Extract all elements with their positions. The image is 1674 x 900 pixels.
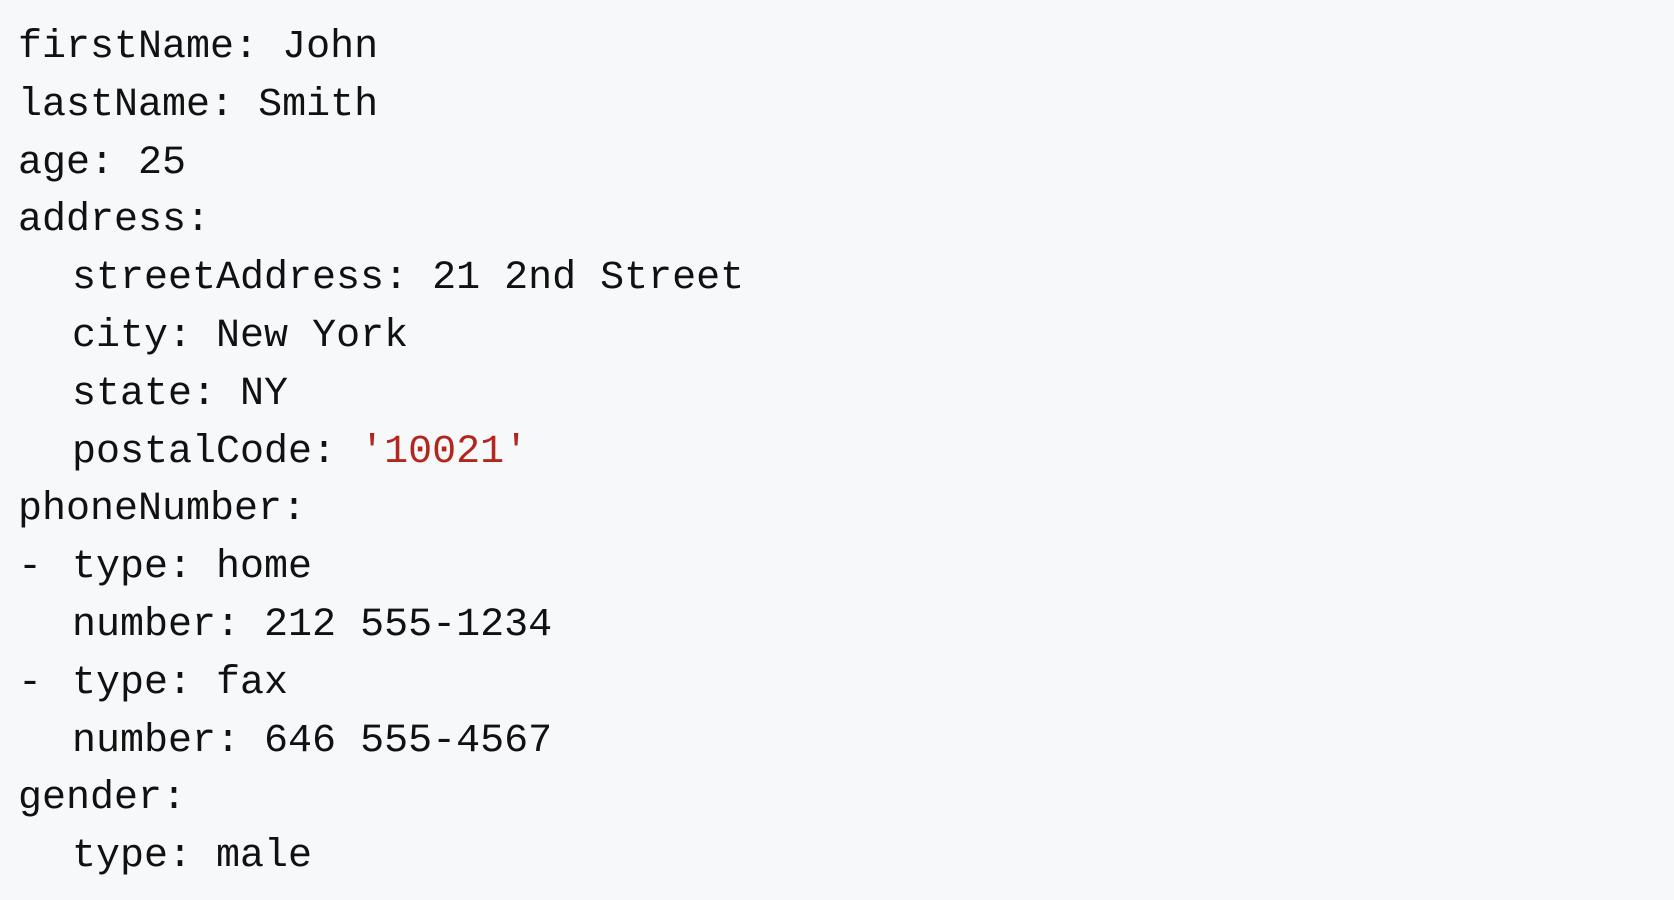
yaml-key: lastName: [18,82,235,128]
yaml-key: type: [72,660,193,706]
yaml-list-dash: - [18,660,43,706]
yaml-value: NY [240,371,289,417]
yaml-line-phone-type: - type: home [18,539,1674,597]
yaml-key: age: [18,140,115,186]
yaml-line-age: age: 25 [18,135,1674,193]
yaml-key: type: [72,834,193,880]
yaml-key: number: [72,718,241,764]
yaml-line-gender: gender: [18,770,1674,828]
yaml-value: 212 555-1234 [264,602,553,648]
yaml-line-street-address: streetAddress: 21 2nd Street [18,250,1674,308]
yaml-key: city: [72,313,193,359]
yaml-line-city: city: New York [18,308,1674,366]
yaml-key: state: [72,371,217,417]
yaml-value: home [216,545,313,591]
yaml-key: firstName: [18,25,259,70]
yaml-value: 25 [138,140,187,186]
yaml-line-firstname: firstName: John [18,19,1674,77]
yaml-key: number: [72,602,241,648]
yaml-key: postalCode: [72,429,337,475]
yaml-line-gender-type: type: male [18,828,1674,886]
yaml-value: John [282,25,379,70]
yaml-line-state: state: NY [18,366,1674,424]
yaml-string-value: '10021' [360,429,529,475]
yaml-list-dash: - [18,545,43,591]
yaml-line-phone-type: - type: fax [18,655,1674,713]
yaml-line-phone-number: phoneNumber: [18,481,1674,539]
yaml-line-postal-code: postalCode: '10021' [18,424,1674,482]
yaml-value: fax [216,660,289,706]
yaml-key: type: [72,545,193,591]
yaml-value: Smith [258,82,379,128]
yaml-key: gender: [18,776,187,822]
yaml-key: phoneNumber: [18,487,307,533]
yaml-value: 646 555-4567 [264,718,553,764]
yaml-line-address: address: [18,192,1674,250]
yaml-line-phone-number-value: number: 212 555-1234 [18,597,1674,655]
yaml-line-phone-number-value: number: 646 555-4567 [18,713,1674,771]
yaml-value: male [216,834,313,880]
yaml-key: streetAddress: [72,256,409,302]
yaml-key: address: [18,198,211,244]
yaml-value: New York [216,313,409,359]
yaml-code-block: firstName: John lastName: Smith age: 25 … [0,0,1674,900]
yaml-value: 21 2nd Street [432,256,745,302]
yaml-line-lastname: lastName: Smith [18,77,1674,135]
